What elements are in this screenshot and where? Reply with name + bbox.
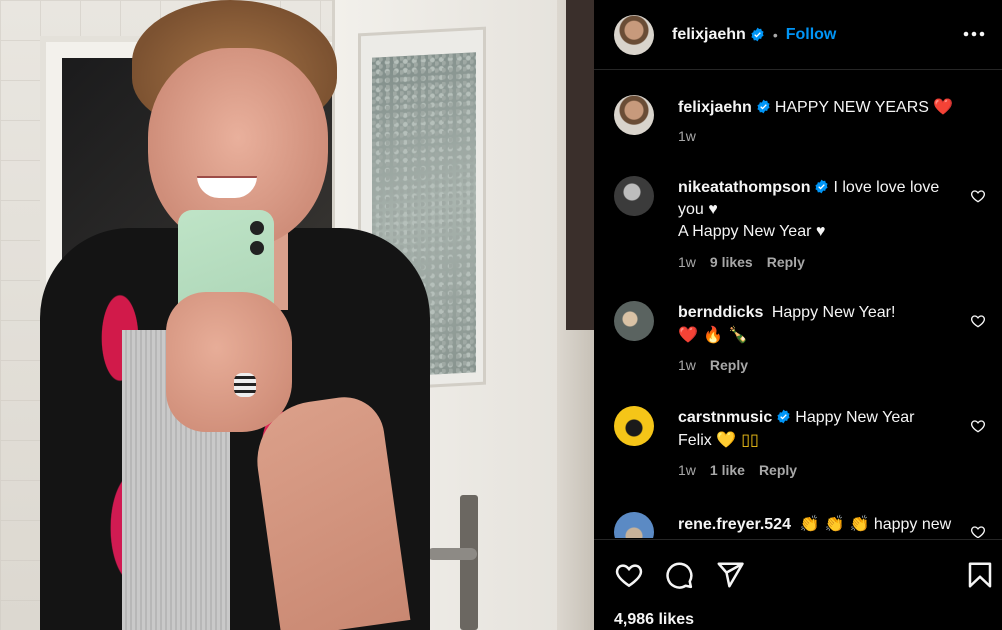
comment-emoji: 👏 👏 👏 xyxy=(799,514,870,533)
caption-time[interactable]: 1w xyxy=(678,128,696,144)
comment-meta: 1w Reply xyxy=(678,357,748,373)
likes-count[interactable]: 4,986 likes xyxy=(614,611,694,629)
comments-list[interactable]: felixjaehn HAPPY NEW YEARS ❤️ 1w nikeatat… xyxy=(594,71,1002,538)
comment-time[interactable]: 1w xyxy=(678,357,696,373)
comment-time[interactable]: 1w xyxy=(678,462,696,478)
comment-meta: 1w 1 like Reply xyxy=(678,462,797,478)
comment-text-line2: Felix xyxy=(678,432,712,449)
header-separator: • xyxy=(772,26,778,43)
comment-text-line2: A Happy New Year ♥ xyxy=(678,223,826,240)
commenter-username[interactable]: nikeatathompson xyxy=(678,179,810,196)
author-avatar[interactable] xyxy=(614,14,654,55)
comment-emoji-line: ❤️ 🔥 🍾 xyxy=(678,325,748,344)
reply-button[interactable]: Reply xyxy=(767,254,805,270)
post-photo[interactable] xyxy=(0,0,594,630)
reply-button[interactable]: Reply xyxy=(759,462,797,478)
phone-camera-lens xyxy=(250,241,264,255)
comment-text: Happy New Year! xyxy=(771,304,896,321)
person-hand xyxy=(166,292,292,432)
comment-meta: 1w 9 likes Reply xyxy=(678,254,805,270)
door-handle xyxy=(427,548,477,560)
phone-camera-lens xyxy=(250,221,264,235)
commenter-username[interactable]: carstnmusic xyxy=(678,409,772,426)
commenter-avatar[interactable] xyxy=(614,406,654,446)
paper-plane-icon[interactable] xyxy=(715,560,745,590)
post-header: felixjaehn • Follow xyxy=(594,0,1002,70)
caption-avatar[interactable] xyxy=(614,95,654,135)
verified-badge-icon xyxy=(777,409,790,424)
author-username[interactable]: felixjaehn xyxy=(672,26,746,44)
comment-likes-count[interactable]: 9 likes xyxy=(710,254,753,270)
caption-username[interactable]: felixjaehn xyxy=(678,99,752,116)
follow-button[interactable]: Follow xyxy=(786,26,837,44)
verified-badge-icon xyxy=(815,179,829,194)
hanging-towel xyxy=(566,0,594,330)
striped-ring xyxy=(234,373,256,397)
comment-emoji-line: 💛 ▯▯ xyxy=(716,430,759,449)
commenter-avatar[interactable] xyxy=(614,512,654,538)
commenter-avatar[interactable] xyxy=(614,301,654,341)
more-horizontal-icon[interactable] xyxy=(960,22,988,46)
commenter-username[interactable]: bernddicks xyxy=(678,304,763,321)
commenter-username[interactable]: rene.freyer.524 xyxy=(678,516,791,533)
verified-badge-icon xyxy=(757,99,770,114)
heart-outline-icon[interactable] xyxy=(970,524,986,538)
caption-heart-emoji: ❤️ xyxy=(933,97,954,116)
caption-text: HAPPY NEW YEARS xyxy=(774,99,929,116)
heart-outline-icon[interactable] xyxy=(970,188,986,204)
bookmark-icon[interactable] xyxy=(965,560,995,590)
caption-meta: 1w xyxy=(678,128,696,144)
door-handle-plate xyxy=(460,495,478,630)
heart-outline-icon[interactable] xyxy=(614,560,644,590)
verified-badge-icon xyxy=(751,27,764,42)
commenter-avatar[interactable] xyxy=(614,176,654,216)
comment-time[interactable]: 1w xyxy=(678,254,696,270)
comment-likes-count[interactable]: 1 like xyxy=(710,462,745,478)
reply-button[interactable]: Reply xyxy=(710,357,748,373)
post-actions-bar: 4,986 likes xyxy=(594,539,1002,630)
comment-bubble-icon[interactable] xyxy=(664,560,694,590)
comment-text: Happy New Year xyxy=(795,409,915,426)
heart-outline-icon[interactable] xyxy=(970,313,986,329)
post-side-panel: felixjaehn • Follow felixjaehn HAPPY NEW … xyxy=(594,0,1002,630)
comment-text: happy new xyxy=(873,516,952,533)
heart-outline-icon[interactable] xyxy=(970,418,986,434)
